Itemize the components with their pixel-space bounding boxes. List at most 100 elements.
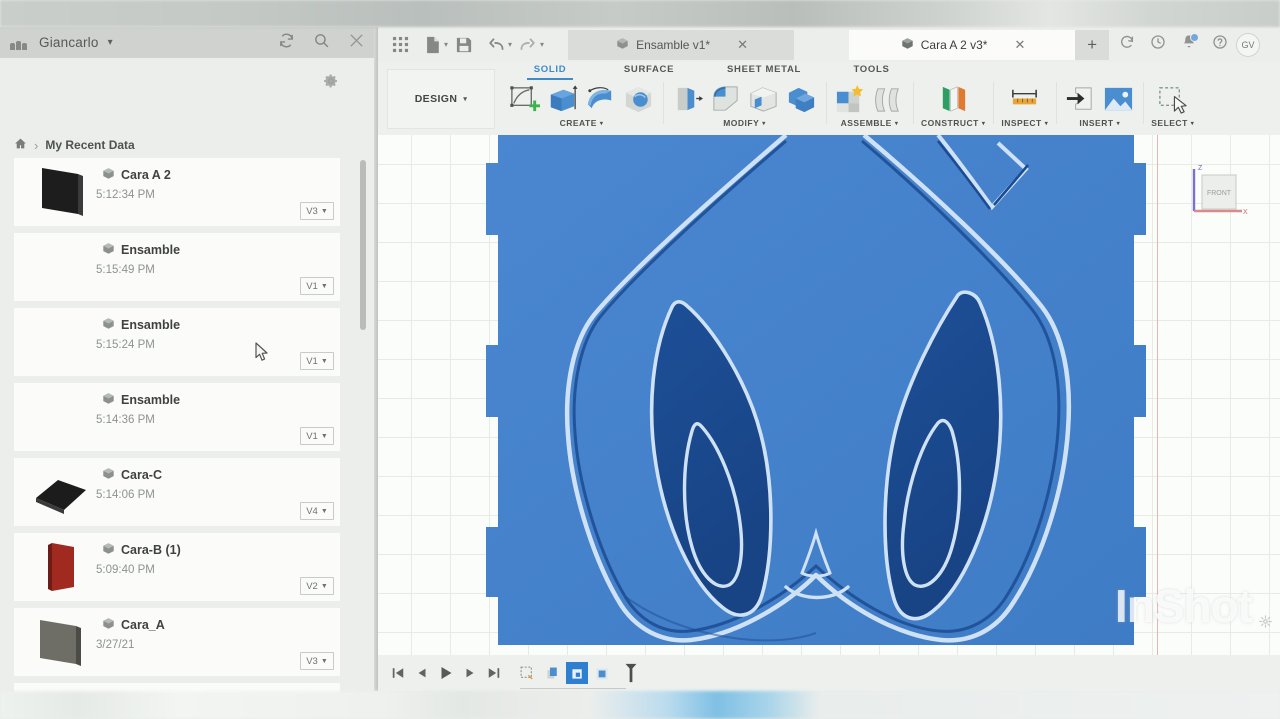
close-icon[interactable]: ✕ bbox=[1014, 37, 1025, 53]
insert-derive-icon[interactable] bbox=[1064, 83, 1097, 116]
ribbon-group-label[interactable]: CONSTRUCT ▾ bbox=[921, 118, 985, 128]
ribbon-group-label-text: SELECT bbox=[1151, 118, 1188, 128]
chevron-down-icon: ▼ bbox=[320, 282, 328, 290]
design-workspace-button[interactable]: DESIGN ▾ bbox=[387, 69, 495, 129]
file-name-text: Cara-B (1) bbox=[121, 543, 181, 557]
gear-icon[interactable] bbox=[322, 72, 340, 90]
ribbon: DESIGN ▾ SOLID SURFACE SHEET METAL TOOLS CR… bbox=[378, 62, 1280, 135]
notification-bell-icon[interactable] bbox=[1181, 33, 1200, 55]
insert-image-icon[interactable] bbox=[1102, 83, 1135, 116]
version-label: V3 bbox=[306, 205, 318, 217]
ribbon-tab-surface[interactable]: SURFACE bbox=[594, 64, 704, 75]
new-component-icon[interactable] bbox=[834, 83, 867, 116]
extrude-icon[interactable] bbox=[546, 83, 579, 116]
create-sketch-icon[interactable] bbox=[508, 83, 541, 116]
recent-clock-icon[interactable] bbox=[1150, 34, 1166, 55]
list-item[interactable]: Ensamble 5:15:24 PM V1 ▼ bbox=[14, 308, 340, 376]
ribbon-group-label[interactable]: SELECT ▾ bbox=[1151, 118, 1194, 128]
ribbon-tab-solid[interactable]: SOLID bbox=[506, 64, 594, 75]
file-name-text: Cara_A bbox=[121, 618, 165, 632]
people-icon bbox=[10, 36, 30, 50]
new-tab-button[interactable]: + bbox=[1075, 29, 1110, 60]
file-name: Cara-C bbox=[102, 467, 162, 483]
sketch-feature-icon[interactable] bbox=[516, 662, 538, 684]
version-badge[interactable]: V3 ▼ bbox=[300, 652, 334, 670]
gear-icon[interactable] bbox=[1259, 615, 1272, 633]
skip-end-icon[interactable] bbox=[482, 661, 506, 685]
chevron-down-icon[interactable]: ▾ bbox=[540, 40, 544, 49]
list-item[interactable]: Ensamble 5:15:49 PM V1 ▼ bbox=[14, 233, 340, 301]
list-item[interactable]: Cara-B (1) 5:09:40 PM V2 ▼ bbox=[14, 533, 340, 601]
close-icon[interactable]: ✕ bbox=[737, 37, 748, 53]
save-icon[interactable] bbox=[448, 30, 480, 60]
fillet-icon[interactable] bbox=[709, 83, 742, 116]
chevron-down-icon[interactable]: ▾ bbox=[108, 37, 113, 48]
help-icon[interactable] bbox=[1212, 34, 1228, 55]
shell-icon[interactable] bbox=[747, 83, 780, 116]
timeline-features[interactable] bbox=[516, 662, 642, 689]
file-name: Ensamble bbox=[102, 317, 180, 333]
play-icon[interactable] bbox=[434, 661, 458, 685]
version-label: V2 bbox=[306, 580, 318, 592]
list-item[interactable]: Ensamble 5:14:36 PM V1 ▼ bbox=[14, 383, 340, 451]
version-badge[interactable]: V1 ▼ bbox=[300, 277, 334, 295]
close-icon[interactable] bbox=[348, 32, 365, 54]
ribbon-group-label[interactable]: INSPECT ▾ bbox=[1001, 118, 1048, 128]
chevron-down-icon: ▼ bbox=[320, 357, 328, 365]
canvas-viewport[interactable]: Z X FRONT InShot bbox=[378, 135, 1280, 655]
tab-ensamble[interactable]: Ensamble v1* ✕ bbox=[568, 29, 795, 60]
cube-icon bbox=[616, 37, 629, 53]
ribbon-group-label[interactable]: ASSEMBLE ▾ bbox=[841, 118, 899, 128]
list-item[interactable]: Cara A 2 5:12:34 PM V3 ▼ bbox=[14, 158, 340, 226]
file-name: Ensamble bbox=[102, 392, 180, 408]
sphere-icon[interactable] bbox=[622, 83, 655, 116]
refresh-icon[interactable] bbox=[1119, 34, 1135, 55]
user-name[interactable]: Giancarlo bbox=[39, 35, 99, 50]
timeline-end-marker-icon[interactable] bbox=[620, 662, 642, 684]
breadcrumb: › My Recent Data bbox=[14, 137, 135, 153]
model-alien-face-plate[interactable] bbox=[486, 135, 1146, 645]
view-cube[interactable]: Z X FRONT bbox=[1186, 161, 1248, 219]
select-window-icon[interactable] bbox=[1156, 83, 1189, 116]
extrude-cut-feature-icon[interactable] bbox=[566, 662, 588, 684]
grid-apps-icon[interactable] bbox=[384, 30, 416, 60]
recent-files-list[interactable]: Cara A 2 5:12:34 PM V3 ▼ Ensamble 5:15:49 PM V… bbox=[14, 158, 344, 710]
step-back-icon[interactable] bbox=[410, 661, 434, 685]
extrude-feature-icon[interactable] bbox=[541, 662, 563, 684]
ribbon-tab-sheet-metal[interactable]: SHEET METAL bbox=[704, 64, 824, 75]
ribbon-group-label[interactable]: CREATE ▾ bbox=[560, 118, 604, 128]
combine-icon[interactable] bbox=[785, 83, 818, 116]
version-badge[interactable]: V1 ▼ bbox=[300, 427, 334, 445]
ribbon-group-modify: MODIFY ▾ bbox=[663, 80, 826, 134]
tab-bar: ▾ ▾ ▾ Ensamble v1* ✕ Cara A 2 v3* ✕ + GV bbox=[378, 27, 1280, 62]
ribbon-group-label[interactable]: MODIFY ▾ bbox=[723, 118, 766, 128]
version-badge[interactable]: V2 ▼ bbox=[300, 577, 334, 595]
measure-icon[interactable] bbox=[1008, 83, 1041, 116]
ribbon-group-label[interactable]: INSERT ▾ bbox=[1079, 118, 1120, 128]
refresh-icon[interactable] bbox=[278, 32, 295, 54]
revolve-icon[interactable] bbox=[584, 83, 617, 116]
file-thumbnail bbox=[30, 164, 92, 220]
version-badge[interactable]: V3 ▼ bbox=[300, 202, 334, 220]
scrollbar-thumb[interactable] bbox=[360, 160, 366, 330]
cube-icon bbox=[102, 167, 115, 183]
search-icon[interactable] bbox=[313, 32, 330, 54]
press-pull-icon[interactable] bbox=[671, 83, 704, 116]
joint-icon[interactable] bbox=[872, 83, 905, 116]
step-forward-icon[interactable] bbox=[458, 661, 482, 685]
avatar[interactable]: GV bbox=[1236, 32, 1261, 57]
data-panel-scrollbar[interactable] bbox=[360, 160, 366, 710]
skip-start-icon[interactable] bbox=[386, 661, 410, 685]
ribbon-tab-tools[interactable]: TOOLS bbox=[824, 64, 919, 75]
home-icon[interactable] bbox=[14, 137, 27, 153]
list-item[interactable]: Cara-C 5:14:06 PM V4 ▼ bbox=[14, 458, 340, 526]
extrude-feature-2-icon[interactable] bbox=[591, 662, 613, 684]
version-label: V4 bbox=[306, 505, 318, 517]
breadcrumb-current[interactable]: My Recent Data bbox=[45, 138, 134, 152]
tab-cara-a2[interactable]: Cara A 2 v3* ✕ bbox=[849, 29, 1076, 60]
version-badge[interactable]: V1 ▼ bbox=[300, 352, 334, 370]
version-badge[interactable]: V4 ▼ bbox=[300, 502, 334, 520]
list-item[interactable]: Cara_A 3/27/21 V3 ▼ bbox=[14, 608, 340, 676]
panel-divider[interactable] bbox=[374, 27, 378, 691]
offset-plane-icon[interactable] bbox=[937, 83, 970, 116]
